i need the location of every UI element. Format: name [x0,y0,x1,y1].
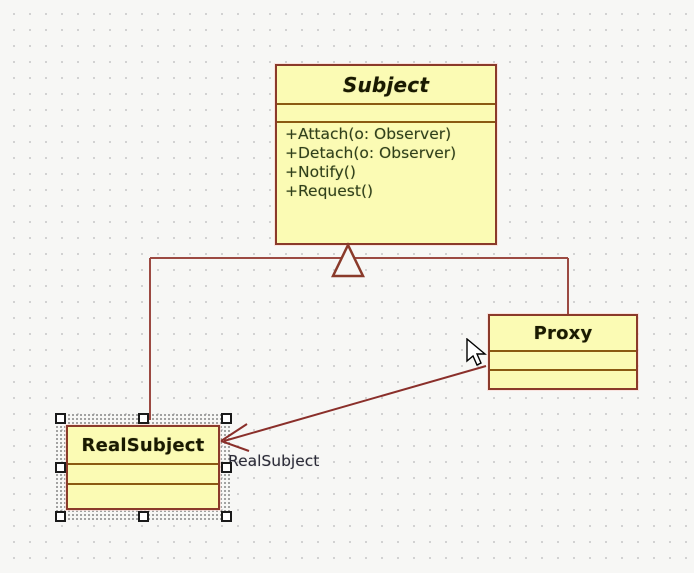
selection-handle-middle-left[interactable] [55,462,66,473]
uml-class-proxy[interactable]: Proxy [488,314,638,390]
uml-class-realsubject-title: RealSubject [68,427,218,465]
uml-class-realsubject-operations [68,485,218,487]
selection-handle-bottom-center[interactable] [138,511,149,522]
diagram-canvas[interactable]: Subject +Attach(o: Observer) +Detach(o: … [0,0,694,573]
uml-class-realsubject-attributes [68,465,218,485]
selection-handle-bottom-left[interactable] [55,511,66,522]
association-proxy-realsubject-line [223,365,487,442]
selection-handle-top-right[interactable] [221,413,232,424]
uml-class-subject[interactable]: Subject +Attach(o: Observer) +Detach(o: … [275,64,497,245]
association-end-label: RealSubject [228,452,320,470]
uml-class-proxy-operations [490,371,636,373]
uml-operation: +Notify() [285,163,356,181]
uml-operation: +Request() [285,182,374,200]
uml-operation: +Attach(o: Observer) [285,125,452,143]
uml-class-realsubject[interactable]: RealSubject [66,425,220,510]
uml-class-subject-operations: +Attach(o: Observer) +Detach(o: Observer… [277,123,495,201]
mouse-cursor-arrow-icon [466,338,487,366]
generalization-triangle-arrowhead [331,242,365,278]
uml-class-proxy-attributes [490,352,636,371]
selection-handle-bottom-right[interactable] [221,511,232,522]
selection-handle-top-center[interactable] [138,413,149,424]
uml-class-subject-attributes [277,105,495,123]
uml-class-subject-title: Subject [277,66,495,105]
selection-handle-middle-right[interactable] [221,462,232,473]
uml-operation: +Detach(o: Observer) [285,144,457,162]
selection-handle-top-left[interactable] [55,413,66,424]
uml-class-proxy-title: Proxy [490,316,636,352]
